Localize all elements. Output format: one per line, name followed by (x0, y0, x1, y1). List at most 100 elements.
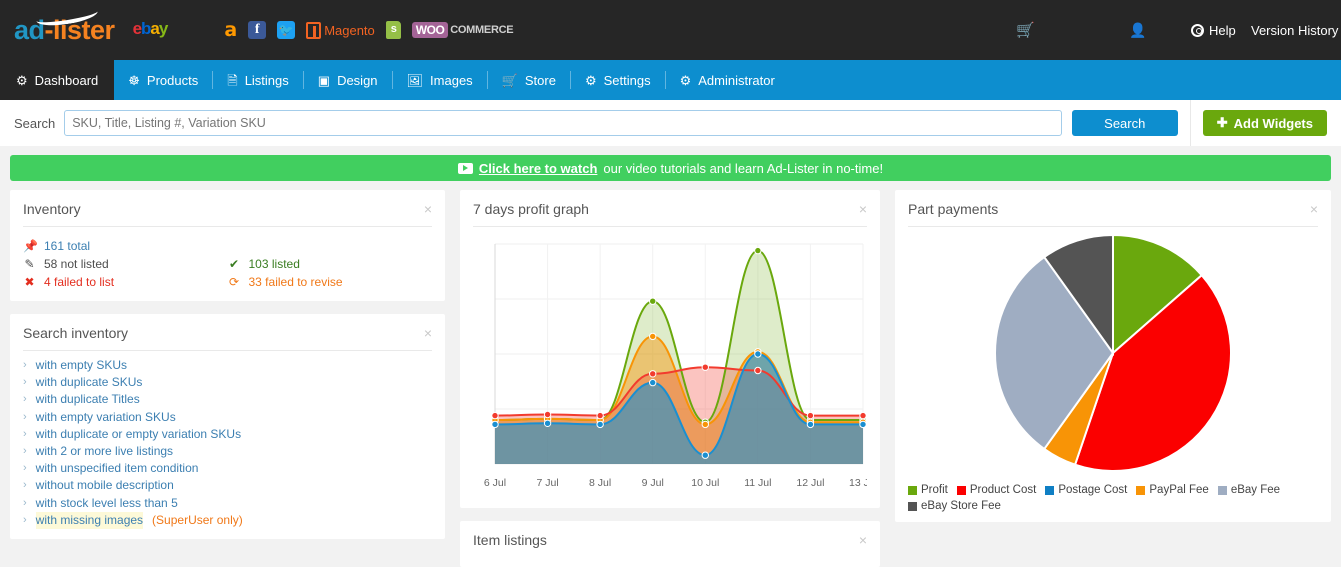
search-inventory-item-6[interactable]: ›with unspecified item condition (23, 460, 432, 477)
close-icon[interactable]: × (424, 326, 432, 340)
watch-tutorial-link[interactable]: Click here to watch (479, 161, 597, 176)
close-icon[interactable]: × (424, 202, 432, 216)
pie-chart-svg (988, 233, 1238, 478)
help-link[interactable]: Help (1191, 23, 1236, 38)
item-listings-widget: Item listings × (460, 521, 880, 567)
part-payments-pie[interactable]: Profit Product Cost Postage Cost PayPal Fee… (908, 227, 1318, 512)
nav-label-listings: Listings (245, 73, 289, 88)
search-inventory-item-0[interactable]: › with empty SKUs (23, 357, 432, 374)
nav-label-images: Images (430, 73, 473, 88)
search-inventory-item-7[interactable]: ›without mobile description (23, 477, 432, 494)
close-icon[interactable]: × (1310, 202, 1318, 216)
search-toolbar: Search Search ✚ Add Widgets (0, 100, 1341, 146)
nav-item-images[interactable]: 🖼 Images (393, 60, 487, 100)
profit-graph-widget-header: 7 days profit graph × (473, 190, 867, 227)
woocommerce-icon[interactable]: WOOCOMMERCE (412, 19, 514, 41)
nav-item-listings[interactable]: 🗎 Listings (213, 60, 303, 100)
add-widgets-button[interactable]: ✚ Add Widgets (1203, 110, 1327, 136)
listings-icon: 🗎 (227, 74, 237, 87)
amazon-icon-glyph: a (224, 21, 237, 40)
refresh-icon: ⟳ (228, 273, 241, 291)
search-inventory-item-3[interactable]: ›with empty variation SKUs (23, 409, 432, 426)
search-inventory-item-4[interactable]: ›with duplicate or empty variation SKUs (23, 426, 432, 443)
nav-item-design[interactable]: ▣ Design (304, 60, 392, 100)
magento-icon-glyph (306, 22, 321, 39)
inventory-failed-to-list[interactable]: ✖ 4 failed to list (23, 273, 228, 291)
legend-item-profit[interactable]: Profit (908, 484, 948, 496)
legend-swatch (908, 502, 917, 511)
close-icon[interactable]: × (859, 202, 867, 216)
nav-item-settings[interactable]: ⚙ Settings (571, 60, 665, 100)
inventory-not-listed-label: 58 not listed (44, 255, 109, 273)
plus-icon: ✚ (1217, 115, 1228, 131)
profit-graph-widget-title: 7 days profit graph (473, 201, 589, 217)
nav-item-products[interactable]: ☸ Products (114, 60, 212, 100)
user-account-icon[interactable]: 👤 (1129, 22, 1146, 39)
legend-swatch (1218, 486, 1227, 495)
legend-swatch (1045, 486, 1054, 495)
search-inventory-widget: Search inventory × ›with empty SKUs›with… (10, 314, 445, 539)
chevron-right-icon: › (23, 443, 27, 460)
add-widgets-label: Add Widgets (1234, 116, 1313, 131)
legend-label: eBay Fee (1231, 484, 1280, 496)
search-inventory-item-5[interactable]: ›with 2 or more live listings (23, 443, 432, 460)
facebook-icon[interactable]: f (248, 19, 266, 41)
twitter-icon[interactable]: 🐦 (277, 19, 295, 41)
store-cart-icon: 🛒 (502, 74, 518, 87)
help-label: Help (1209, 23, 1236, 38)
cart-icon[interactable]: 🛒 (1016, 21, 1035, 39)
toolbar-divider (1190, 100, 1191, 146)
inventory-failed-list-label: 4 failed to list (44, 273, 114, 291)
chevron-right-icon: › (23, 357, 27, 374)
nav-item-store[interactable]: 🛒 Store (488, 60, 570, 100)
ebay-logo: ebay (133, 20, 168, 37)
search-inventory-widget-title: Search inventory (23, 325, 128, 341)
nav-item-administrator[interactable]: ⚙ Administrator (666, 60, 789, 100)
cross-icon: ✖ (23, 273, 36, 291)
legend-item-paypal-fee[interactable]: PayPal Fee (1136, 484, 1208, 496)
profit-chart-svg: 6 Jul7 Jul8 Jul9 Jul10 Jul11 Jul12 Jul13… (473, 236, 867, 498)
legend-label: Postage Cost (1058, 484, 1127, 496)
pin-icon: 📌 (23, 237, 36, 255)
profit-area-chart[interactable]: 6 Jul7 Jul8 Jul9 Jul10 Jul11 Jul12 Jul13… (473, 227, 867, 498)
inventory-widget: Inventory × 📌 161 total ✎ 58 not listed (10, 190, 445, 301)
version-history-link[interactable]: Version History (1251, 23, 1330, 38)
search-inventory-item-label: with stock level less than 5 (36, 495, 178, 512)
search-inventory-item-label: with empty SKUs (36, 357, 127, 374)
nav-label-settings: Settings (604, 73, 651, 88)
search-button[interactable]: Search (1072, 110, 1178, 136)
magento-icon[interactable]: Magento (306, 19, 375, 41)
shopify-icon[interactable] (386, 19, 401, 41)
search-inventory-list: ›with empty SKUs›with duplicate SKUs›wit… (23, 351, 432, 529)
close-icon[interactable]: × (859, 533, 867, 547)
svg-text:6 Jul: 6 Jul (484, 477, 506, 489)
chevron-right-icon: › (23, 374, 27, 391)
inventory-total[interactable]: 📌 161 total (23, 237, 228, 255)
design-icon: ▣ (318, 74, 330, 87)
search-inventory-item-2[interactable]: ›with duplicate Titles (23, 391, 432, 408)
svg-text:12 Jul: 12 Jul (796, 477, 824, 489)
amazon-icon[interactable]: a (224, 19, 237, 41)
inventory-total-label: 161 total (44, 237, 90, 255)
inventory-listed[interactable]: ✔ 103 listed (228, 255, 433, 273)
tutorial-banner[interactable]: Click here to watch our video tutorials … (10, 155, 1331, 181)
legend-item-ebay-store-fee[interactable]: eBay Store Fee (908, 500, 1001, 512)
legend-item-postage-cost[interactable]: Postage Cost (1045, 484, 1127, 496)
search-input[interactable] (64, 110, 1062, 136)
legend-swatch (1136, 486, 1145, 495)
search-inventory-item-1[interactable]: ›with duplicate SKUs (23, 374, 432, 391)
inventory-failed-to-revise[interactable]: ⟳ 33 failed to revise (228, 273, 433, 291)
search-inventory-item-note: (SuperUser only) (152, 512, 243, 529)
inventory-not-listed[interactable]: ✎ 58 not listed (23, 255, 228, 273)
app-logo[interactable]: ad-lister (14, 17, 115, 44)
search-inventory-item-8[interactable]: ›with stock level less than 5 (23, 495, 432, 512)
gear-icon: ⚙ (585, 74, 597, 87)
inventory-listed-label: 103 listed (249, 255, 300, 273)
legend-item-ebay-fee[interactable]: eBay Fee (1218, 484, 1280, 496)
channel-icons: a f 🐦 Magento WOOCOMMERCE (224, 19, 513, 41)
search-inventory-item-9[interactable]: ›with missing images (SuperUser only) (23, 512, 432, 529)
twitter-icon-glyph: 🐦 (277, 21, 295, 39)
legend-item-product-cost[interactable]: Product Cost (957, 484, 1036, 496)
nav-item-dashboard[interactable]: ⚙ Dashboard (0, 60, 114, 100)
top-header-bar: ad-lister ebay a f 🐦 Magento WOOCOMMERCE… (0, 0, 1341, 60)
